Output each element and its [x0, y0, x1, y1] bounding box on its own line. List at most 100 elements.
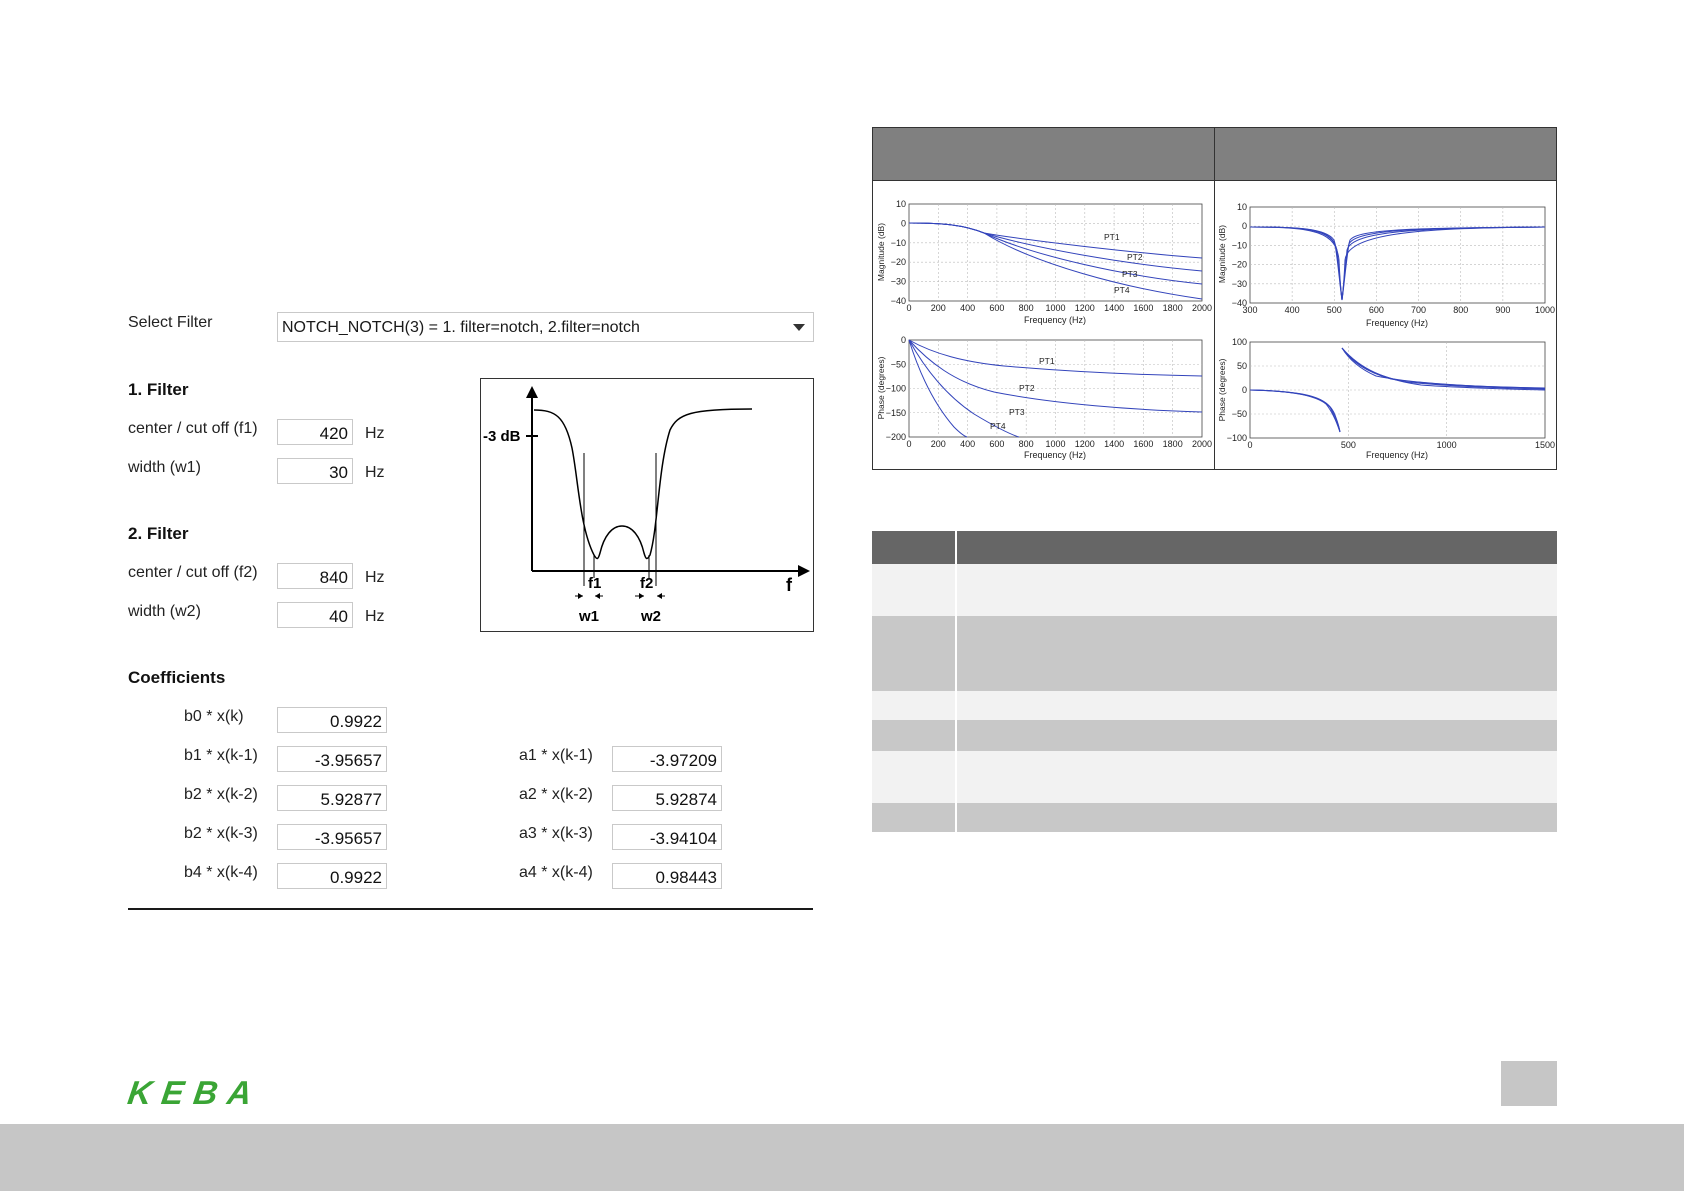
notch-mag-xtick: 700: [1411, 305, 1426, 315]
notch-phase-ytick: −100: [1227, 433, 1247, 443]
lowpass-mag-ytick: −20: [891, 257, 906, 267]
parameter-table: [872, 531, 1557, 832]
keba-logo: KEBA: [125, 1074, 265, 1111]
table-row: [872, 616, 1557, 691]
notch-mag-xtick: 800: [1453, 305, 1468, 315]
notch-mag-ytick: 0: [1242, 221, 1247, 231]
chevron-down-icon[interactable]: [793, 324, 805, 331]
notch-mag-ylabel: Magnitude (dB): [1217, 225, 1227, 283]
lowpass-mag-xtick: 400: [960, 303, 975, 313]
coef-b1-label: b1 * x(k-1): [184, 747, 258, 764]
f1-width-label: width (w1): [128, 459, 201, 476]
lowpass-mag-pt3-label: PT3: [1122, 269, 1138, 279]
coefficients-heading: Coefficients: [128, 668, 226, 687]
coef-a2-input[interactable]: 5.92874: [612, 785, 722, 811]
coef-a1-label: a1 * x(k-1): [519, 747, 593, 764]
filter-type-dropdown[interactable]: NOTCH_NOTCH(3) = 1. filter=notch, 2.filt…: [277, 312, 814, 342]
lowpass-phase-xtick: 800: [1019, 439, 1034, 449]
lowpass-mag-xtick: 1200: [1075, 303, 1095, 313]
coef-a3-label: a3 * x(k-3): [519, 825, 593, 842]
coef-b4-input[interactable]: 0.9922: [277, 863, 387, 889]
coef-b3-input[interactable]: -3.95657: [277, 824, 387, 850]
coef-b0-input[interactable]: 0.9922: [277, 707, 387, 733]
f2-width-input[interactable]: 40: [277, 602, 353, 628]
diagram-f2-label: f2: [640, 575, 653, 592]
coef-a4-input[interactable]: 0.98443: [612, 863, 722, 889]
select-filter-label: Select Filter: [128, 314, 213, 331]
notch-bode-plot: 100−10−20−30−40 300 400 500 600 700 800 900 100…: [1217, 202, 1555, 460]
coef-b0-label: b0 * x(k): [184, 708, 244, 725]
lowpass-mag-xtick: 600: [989, 303, 1004, 313]
diagram-db-label: -3 dB: [483, 428, 521, 445]
lowpass-phase-xtick: 1200: [1075, 439, 1095, 449]
notch-mag-xtick: 600: [1369, 305, 1384, 315]
f2-width-label: width (w2): [128, 603, 201, 620]
lowpass-phase-pt1-label: PT1: [1039, 356, 1055, 366]
coef-b4-label: b4 * x(k-4): [184, 864, 258, 881]
lowpass-mag-ytick: 0: [901, 218, 906, 228]
f1-center-input[interactable]: 420: [277, 419, 353, 445]
coef-b1-input[interactable]: -3.95657: [277, 746, 387, 772]
notch-phase-xlabel: Frequency (Hz): [1366, 450, 1428, 460]
notch-phase-ytick: 0: [1242, 385, 1247, 395]
lowpass-phase-xtick: 200: [931, 439, 946, 449]
lowpass-mag-ytick: 10: [896, 199, 906, 209]
coef-b2-label: b2 * x(k-2): [184, 786, 258, 803]
lowpass-mag-xtick: 1800: [1163, 303, 1183, 313]
lowpass-mag-pt4-label: PT4: [1114, 285, 1130, 295]
notch-mag-ytick: −20: [1232, 260, 1247, 270]
notch-phase-xtick: 1500: [1535, 440, 1555, 450]
table-row: [872, 751, 1557, 803]
lowpass-mag-ytick: −40: [891, 296, 906, 306]
lowpass-phase-xtick: 1600: [1133, 439, 1153, 449]
table-header-row: [872, 531, 1557, 564]
coef-b3-label: b2 * x(k-3): [184, 825, 258, 842]
diagram-f1-label: f1: [588, 575, 601, 592]
lowpass-phase-ytick: −50: [891, 359, 906, 369]
lowpass-phase-xtick: 0: [906, 439, 911, 449]
notch-phase-ytick: 100: [1232, 337, 1247, 347]
lowpass-phase-xtick: 600: [989, 439, 1004, 449]
lowpass-mag-xtick: 1000: [1045, 303, 1065, 313]
notch-phase-ytick: −50: [1232, 409, 1247, 419]
table-row: [872, 564, 1557, 616]
coef-a3-input[interactable]: -3.94104: [612, 824, 722, 850]
lowpass-phase-pt3-label: PT3: [1009, 407, 1025, 417]
f2-width-unit: Hz: [365, 608, 385, 625]
notch-response-diagram: -3 dB f1 f2 w1 w2 f: [480, 378, 814, 632]
coef-a2-label: a2 * x(k-2): [519, 786, 593, 803]
notch-mag-ytick: −30: [1232, 279, 1247, 289]
coef-a1-input[interactable]: -3.97209: [612, 746, 722, 772]
lowpass-phase-xtick: 1000: [1045, 439, 1065, 449]
lowpass-mag-xtick: 1400: [1104, 303, 1124, 313]
lowpass-phase-ytick: −150: [886, 408, 906, 418]
table-row: [872, 803, 1557, 832]
lowpass-phase-ytick: −200: [886, 432, 906, 442]
lowpass-phase-pt4-label: PT4: [990, 421, 1006, 431]
coef-a4-label: a4 * x(k-4): [519, 864, 593, 881]
lowpass-mag-xtick: 1600: [1133, 303, 1153, 313]
lowpass-mag-pt2-label: PT2: [1127, 252, 1143, 262]
notch-phase-xtick: 500: [1341, 440, 1356, 450]
lowpass-mag-ylabel: Magnitude (dB): [876, 223, 886, 281]
lowpass-phase-xtick: 2000: [1192, 439, 1212, 449]
notch-mag-axes: [1249, 206, 1546, 304]
table-row: [872, 720, 1557, 751]
notch-mag-xtick: 300: [1242, 305, 1257, 315]
filter2-heading: 2. Filter: [128, 524, 189, 543]
coef-b2-input[interactable]: 5.92877: [277, 785, 387, 811]
f2-center-input[interactable]: 840: [277, 563, 353, 589]
notch-phase-xtick: 0: [1247, 440, 1252, 450]
lowpass-phase-ytick: 0: [901, 335, 906, 345]
lowpass-mag-xtick: 0: [906, 303, 911, 313]
diagram-f-axis-label: f: [786, 575, 793, 595]
filter-type-value: NOTCH_NOTCH(3) = 1. filter=notch, 2.filt…: [282, 319, 640, 336]
lowpass-bode-plot: 10 0 −10 −20 −30 −40 0 200 400 600 800 1000 1200 140…: [876, 199, 1212, 460]
f1-center-label: center / cut off (f1): [128, 420, 258, 437]
diagram-w2-label: w2: [640, 608, 661, 625]
notch-mag-ytick: −10: [1232, 240, 1247, 250]
f1-width-input[interactable]: 30: [277, 458, 353, 484]
lowpass-phase-xlabel: Frequency (Hz): [1024, 450, 1086, 460]
notch-phase-ylabel: Phase (degrees): [1217, 358, 1227, 421]
page-number-box: [1501, 1061, 1557, 1106]
